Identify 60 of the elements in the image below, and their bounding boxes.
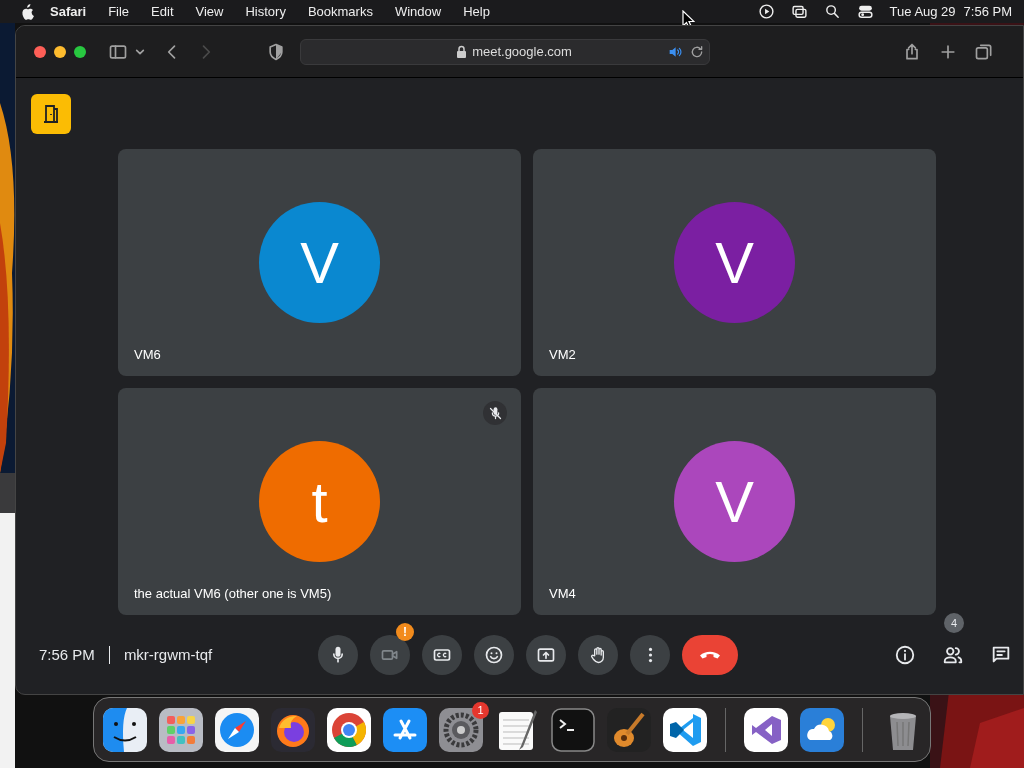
control-button[interactable] bbox=[578, 634, 618, 675]
apple-logo-icon[interactable] bbox=[20, 3, 34, 20]
meeting-code: mkr-rgwm-tqf bbox=[123, 646, 213, 663]
control-button[interactable] bbox=[474, 634, 514, 675]
cloud-sun-icon[interactable] bbox=[800, 707, 844, 752]
avatar: t bbox=[259, 441, 380, 562]
url-text: meet.google.com bbox=[472, 44, 572, 59]
notification-badge: 1 bbox=[472, 701, 489, 719]
guitar-icon[interactable] bbox=[607, 707, 651, 752]
menu-item[interactable]: Edit bbox=[151, 4, 174, 19]
participant-name: VM6 bbox=[134, 347, 161, 362]
avatar: V bbox=[674, 441, 795, 562]
ring-logo-icon[interactable] bbox=[327, 707, 371, 752]
control-button[interactable] bbox=[318, 634, 358, 675]
tools-a-icon[interactable] bbox=[383, 707, 427, 752]
info-icon bbox=[894, 643, 916, 666]
menu-item[interactable]: Help bbox=[463, 4, 490, 19]
menubar-date[interactable]: Tue Aug 29 bbox=[889, 4, 956, 19]
address-bar[interactable]: meet.google.com bbox=[300, 38, 710, 65]
warning-badge: ! bbox=[396, 622, 414, 641]
participant-name: VM2 bbox=[549, 347, 576, 362]
terminal-icon[interactable] bbox=[551, 707, 595, 752]
smiley-icon bbox=[484, 644, 504, 665]
avatar: V bbox=[259, 202, 380, 323]
gear-icon[interactable] bbox=[439, 707, 483, 752]
avatar: V bbox=[674, 202, 795, 323]
menu-item[interactable]: Bookmarks bbox=[307, 4, 373, 19]
search-icon[interactable] bbox=[823, 3, 841, 20]
infinity-logo-icon[interactable] bbox=[744, 707, 788, 752]
more-options-icon bbox=[647, 646, 653, 663]
smiling-face-icon[interactable] bbox=[103, 707, 147, 752]
play-circle-icon[interactable] bbox=[757, 3, 775, 20]
meeting-time: 7:56 PM bbox=[39, 646, 95, 663]
phone-handset-icon bbox=[699, 650, 721, 659]
minimize-button[interactable] bbox=[54, 45, 66, 58]
door-button[interactable] bbox=[31, 94, 71, 134]
zoom-button[interactable] bbox=[74, 45, 86, 58]
control-button[interactable] bbox=[422, 634, 462, 675]
app-menu[interactable]: Safari bbox=[50, 4, 87, 19]
menu-item[interactable]: File bbox=[108, 4, 130, 19]
control-button[interactable] bbox=[370, 634, 410, 675]
menu-item[interactable]: History bbox=[245, 4, 286, 19]
compass-icon[interactable] bbox=[215, 707, 259, 752]
code-editor-icon[interactable] bbox=[663, 707, 707, 752]
globe-flame-icon[interactable] bbox=[271, 707, 315, 752]
windows-icon[interactable] bbox=[790, 3, 808, 20]
menu-item[interactable]: Window bbox=[394, 4, 442, 19]
participant-name: the actual VM6 (other one is VM5) bbox=[134, 586, 332, 601]
control-button[interactable] bbox=[526, 634, 566, 675]
toggles-icon[interactable] bbox=[856, 3, 874, 20]
close-button[interactable] bbox=[34, 45, 46, 58]
menubar-time[interactable]: 7:56 PM bbox=[963, 4, 1012, 19]
participant-name: VM4 bbox=[549, 586, 576, 601]
door-icon bbox=[43, 105, 59, 123]
end-call-button[interactable] bbox=[682, 634, 738, 675]
menu-item[interactable]: View bbox=[195, 4, 224, 19]
app-grid-icon[interactable] bbox=[159, 707, 203, 752]
lock-icon bbox=[456, 45, 468, 58]
participant-count: 4 bbox=[944, 612, 964, 633]
shield-icon[interactable] bbox=[266, 41, 286, 62]
